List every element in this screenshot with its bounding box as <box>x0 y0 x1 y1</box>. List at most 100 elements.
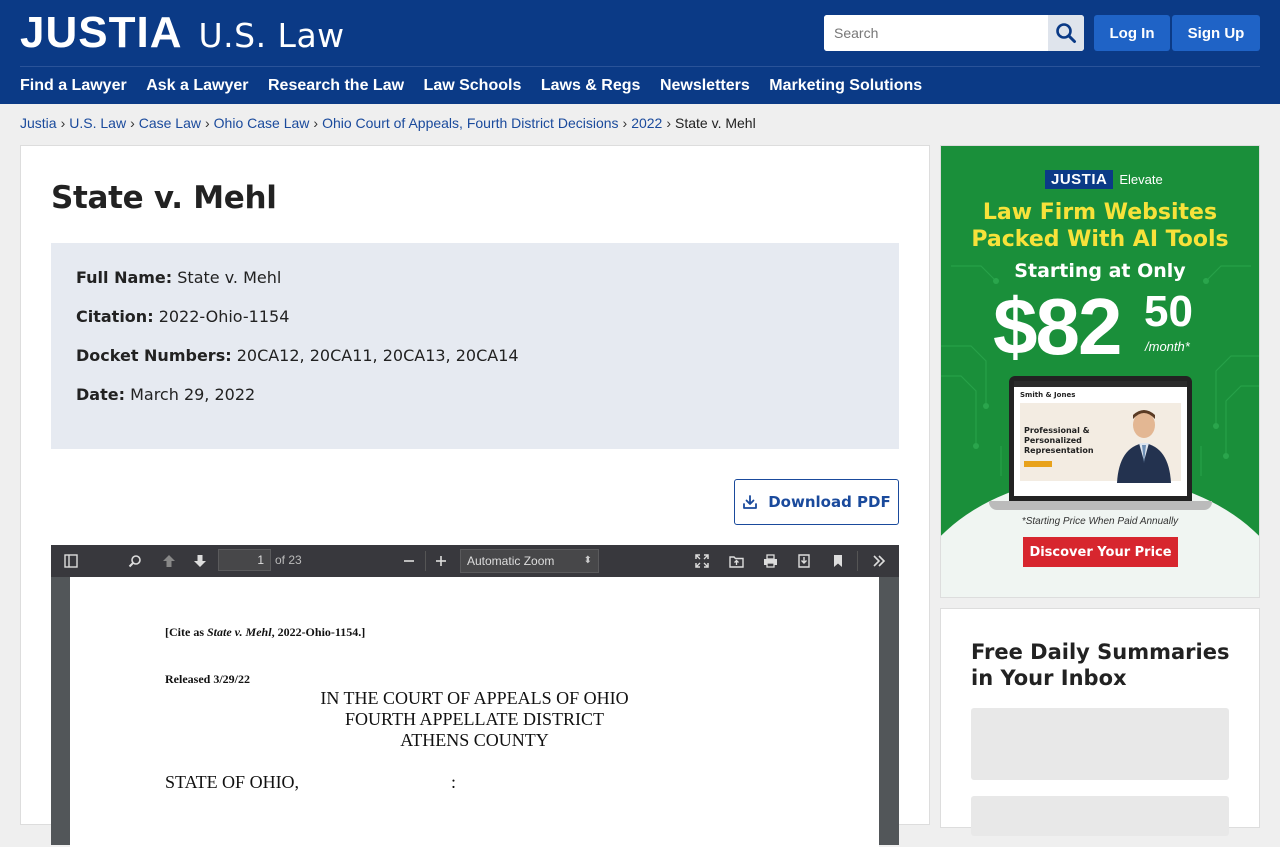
info-value: State v. Mehl <box>177 268 282 287</box>
newsletter-title: Free Daily Summaries in Your Inbox <box>971 640 1230 690</box>
mock-tagline: Professional & Personalized Representati… <box>1024 426 1094 456</box>
page-title: State v. Mehl <box>51 180 277 216</box>
ad-brand-text: Elevate <box>1119 172 1163 187</box>
pdf-page: [Cite as State v. Mehl, 2022-Ohio-1154.]… <box>70 577 879 847</box>
zoom-value: Automatic Zoom <box>467 554 555 568</box>
page-number-input[interactable]: 1 <box>218 549 271 571</box>
breadcrumb-separator: › <box>622 115 628 131</box>
info-value: March 29, 2022 <box>130 385 256 404</box>
breadcrumb-link[interactable]: Ohio Case Law <box>214 115 310 131</box>
next-page-icon[interactable] <box>192 553 208 569</box>
sidebar-toggle-icon[interactable] <box>63 553 79 569</box>
pdf-toolbar: 1 of 23 Automatic Zoom ⬍ <box>51 545 899 577</box>
print-icon[interactable] <box>762 553 778 569</box>
mock-tagline-line: Professional & <box>1024 426 1090 435</box>
signup-button[interactable]: Sign Up <box>1172 15 1260 51</box>
ad-price-period: /month* <box>1145 339 1190 354</box>
find-icon[interactable] <box>127 553 143 569</box>
zoom-in-icon[interactable] <box>433 553 449 569</box>
breadcrumb: Justia › U.S. Law › Case Law › Ohio Case… <box>20 115 756 131</box>
newsletter-placeholder-block <box>971 708 1229 780</box>
zoom-out-icon[interactable] <box>401 553 417 569</box>
info-label: Full Name: <box>76 268 173 287</box>
breadcrumb-separator: › <box>60 115 66 131</box>
breadcrumb-link[interactable]: U.S. Law <box>69 115 126 131</box>
download-icon <box>743 495 758 509</box>
breadcrumb-separator: › <box>666 115 672 131</box>
download-pdf-label: Download PDF <box>768 493 891 511</box>
open-file-icon[interactable] <box>728 553 744 569</box>
info-date: Date: March 29, 2022 <box>76 384 874 406</box>
mock-tagline-line: Personalized <box>1024 436 1082 445</box>
justia-elevate-ad[interactable]: JUSTIA Elevate Law Firm Websites Packed … <box>940 145 1260 598</box>
ad-footnote: *Starting Price When Paid Annually <box>1021 516 1179 527</box>
laptop-mockup: Smith & Jones Professional & Personalize… <box>1009 376 1192 501</box>
logo-main-text: JUSTIA <box>20 8 183 57</box>
discover-price-button[interactable]: Discover Your Price <box>1023 537 1178 567</box>
mock-tagline-line: Representation <box>1024 446 1094 455</box>
breadcrumb-current: State v. Mehl <box>675 115 756 131</box>
toolbar-divider <box>857 551 858 571</box>
info-citation: Citation: 2022-Ohio-1154 <box>76 306 874 328</box>
ad-headline: Law Firm Websites Packed With AI Tools <box>941 199 1259 253</box>
pdf-colon: : <box>451 772 457 792</box>
pdf-district: FOURTH APPELLATE DISTRICT <box>345 709 604 729</box>
breadcrumb-link[interactable]: Ohio Court of Appeals, Fourth District D… <box>322 115 618 131</box>
newsletter-placeholder-block <box>971 796 1229 836</box>
ad-starting-text: Starting at Only <box>1014 260 1186 282</box>
laptop-base <box>989 501 1212 510</box>
search-input[interactable] <box>824 15 1048 51</box>
ad-price: $82 <box>993 282 1122 371</box>
newsletter-card: Free Daily Summaries in Your Inbox <box>940 608 1260 836</box>
page-total: of 23 <box>275 553 302 567</box>
search-button[interactable] <box>1048 15 1084 51</box>
pdf-court-name: IN THE COURT OF APPEALS OF OHIO <box>320 688 629 708</box>
download-pdf-button[interactable]: Download PDF <box>734 479 899 525</box>
pdf-released-date: Released 3/29/22 <box>165 672 250 686</box>
info-label: Citation: <box>76 307 154 326</box>
mock-firm-name: Smith & Jones <box>1020 391 1076 399</box>
nav-marketing-solutions[interactable]: Marketing Solutions <box>769 76 922 96</box>
ad-brand-box: JUSTIA <box>1045 170 1114 189</box>
nav-newsletters[interactable]: Newsletters <box>660 76 750 96</box>
pdf-viewer: 1 of 23 Automatic Zoom ⬍ [Cite as State … <box>51 545 899 847</box>
zoom-select[interactable]: Automatic Zoom ⬍ <box>460 549 599 573</box>
site-header: JUSTIA U.S. Law Log In Sign Up Find a La… <box>0 0 1280 104</box>
pdf-citation-line: [Cite as State v. Mehl, 2022-Ohio-1154.] <box>165 625 365 640</box>
save-icon[interactable] <box>796 553 812 569</box>
nav-laws-regs[interactable]: Laws & Regs <box>541 76 641 96</box>
info-full-name: Full Name: State v. Mehl <box>76 267 874 289</box>
info-label: Docket Numbers: <box>76 346 232 365</box>
case-card: State v. Mehl Full Name: State v. Mehl C… <box>20 145 930 847</box>
info-label: Date: <box>76 385 125 404</box>
presentation-mode-icon[interactable] <box>694 553 710 569</box>
laptop-screen: Smith & Jones Professional & Personalize… <box>1014 381 1187 496</box>
breadcrumb-link[interactable]: Justia <box>20 115 57 131</box>
search-icon <box>1056 23 1076 43</box>
header-divider <box>20 66 1260 67</box>
nav-find-a-lawyer[interactable]: Find a Lawyer <box>20 76 127 96</box>
nav-research-the-law[interactable]: Research the Law <box>268 76 404 96</box>
cite-case-name: State v. Mehl <box>207 625 272 639</box>
info-docket-numbers: Docket Numbers: 20CA12, 20CA11, 20CA13, … <box>76 345 874 367</box>
bookmark-icon[interactable] <box>830 553 846 569</box>
login-button[interactable]: Log In <box>1094 15 1170 51</box>
breadcrumb-link[interactable]: 2022 <box>631 115 662 131</box>
breadcrumb-link[interactable]: Case Law <box>139 115 201 131</box>
breadcrumb-separator: › <box>130 115 135 131</box>
nav-law-schools[interactable]: Law Schools <box>424 76 522 96</box>
case-info-box: Full Name: State v. Mehl Citation: 2022-… <box>51 243 899 449</box>
justia-logo[interactable]: JUSTIA U.S. Law <box>20 8 345 57</box>
select-caret-icon: ⬍ <box>583 555 592 566</box>
nav-ask-a-lawyer[interactable]: Ask a Lawyer <box>146 76 248 96</box>
main-nav: Find a Lawyer Ask a Lawyer Research the … <box>20 76 942 96</box>
tools-menu-icon[interactable] <box>871 553 887 569</box>
mock-nav-bar <box>1014 381 1187 387</box>
search-box <box>824 15 1084 51</box>
ad-headline-line: Packed With AI Tools <box>971 227 1229 252</box>
pdf-county: ATHENS COUNTY <box>400 730 549 750</box>
previous-page-icon[interactable] <box>161 553 177 569</box>
breadcrumb-separator: › <box>313 115 319 131</box>
info-value: 2022-Ohio-1154 <box>158 307 290 326</box>
ad-brand-logo: JUSTIA Elevate <box>1045 170 1163 189</box>
